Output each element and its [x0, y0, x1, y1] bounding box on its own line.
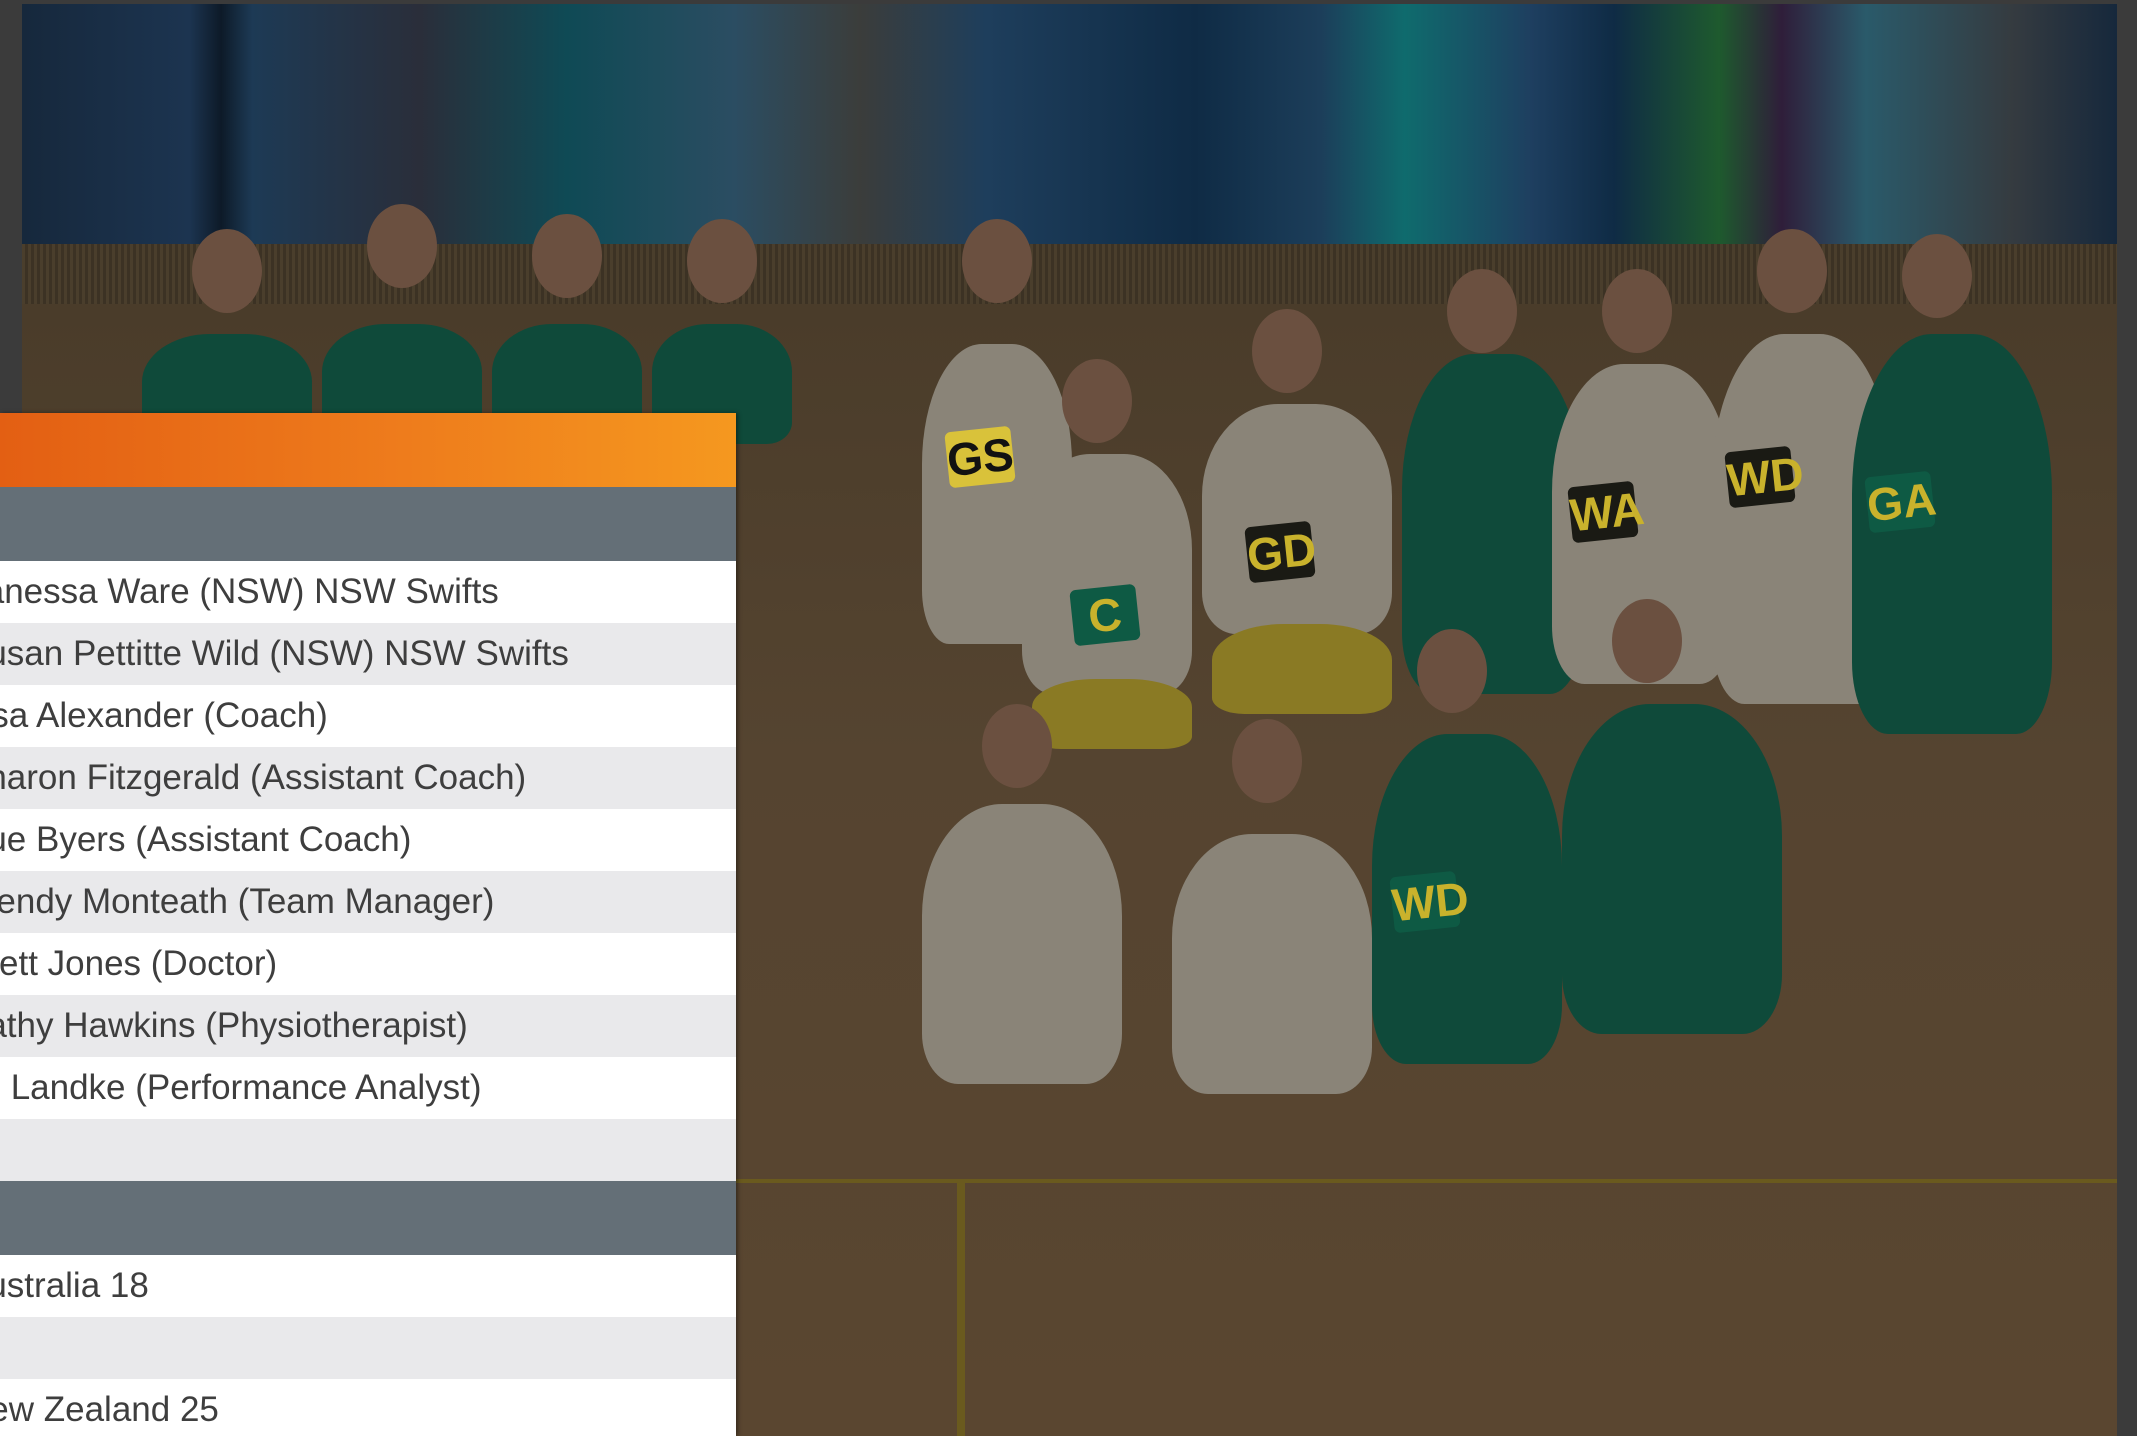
photo-court-line-vertical: [957, 1179, 965, 1436]
photo-bib: GS: [944, 425, 1017, 489]
photo-player-head: [1417, 629, 1487, 713]
list-item: Brett Jones (Doctor): [0, 933, 736, 995]
list-item: Kathy Hawkins (Physiotherapist): [0, 995, 736, 1057]
section-header-squad: [0, 487, 736, 561]
photo-player-head: [1757, 229, 1827, 313]
photo-bib: GA: [1864, 470, 1939, 534]
list-item: Jo Landke (Performance Analyst): [0, 1057, 736, 1119]
photo-bib: C: [1069, 583, 1141, 647]
photo-player-head: [1602, 269, 1672, 353]
list-item: Sharon Fitzgerald (Assistant Coach): [0, 747, 736, 809]
photo-player: [1562, 704, 1782, 1034]
photo-player-head: [367, 204, 437, 288]
photo-player-head: [532, 214, 602, 298]
photo-player: [1852, 334, 2052, 734]
photo-player-head: [687, 219, 757, 303]
photo-bib: WD: [1389, 870, 1472, 934]
section-header-results: [0, 1181, 736, 1255]
photo-bib: WD: [1724, 445, 1807, 509]
result-row: [0, 1317, 736, 1379]
photo-player-head: [1062, 359, 1132, 443]
list-item: Vanessa Ware (NSW) NSW Swifts: [0, 561, 736, 623]
photo-player: [1202, 404, 1392, 634]
photo-bib: GD: [1244, 520, 1319, 584]
list-item: Wendy Monteath (Team Manager): [0, 871, 736, 933]
photo-player-head: [1902, 234, 1972, 318]
list-item: [0, 1119, 736, 1181]
photo-player-skirt: [1212, 624, 1392, 714]
photo-player-head: [1252, 309, 1322, 393]
photo-player-skirt: [1032, 679, 1192, 749]
result-row: Australia 18: [0, 1255, 736, 1317]
team-info-panel: Vanessa Ware (NSW) NSW Swifts Susan Pett…: [0, 413, 736, 1436]
list-item: Susan Pettitte Wild (NSW) NSW Swifts: [0, 623, 736, 685]
photo-player-head: [1232, 719, 1302, 803]
photo-player-head: [192, 229, 262, 313]
list-item: Sue Byers (Assistant Coach): [0, 809, 736, 871]
photo-player-head: [1447, 269, 1517, 353]
panel-header: [0, 413, 736, 487]
photo-player: [1022, 454, 1192, 694]
photo-wall-curtains: [22, 4, 2117, 254]
result-row: New Zealand 25: [0, 1379, 736, 1436]
photo-bib: WA: [1567, 480, 1647, 544]
photo-player: [1172, 834, 1372, 1094]
lightbox-backdrop: GS C GD WA WD GA WD Vanessa Ware (NSW) N…: [0, 0, 2137, 1436]
photo-player-head: [1612, 599, 1682, 683]
photo-player: [922, 804, 1122, 1084]
photo-player-head: [962, 219, 1032, 303]
photo-player-head: [982, 704, 1052, 788]
list-item: Lisa Alexander (Coach): [0, 685, 736, 747]
